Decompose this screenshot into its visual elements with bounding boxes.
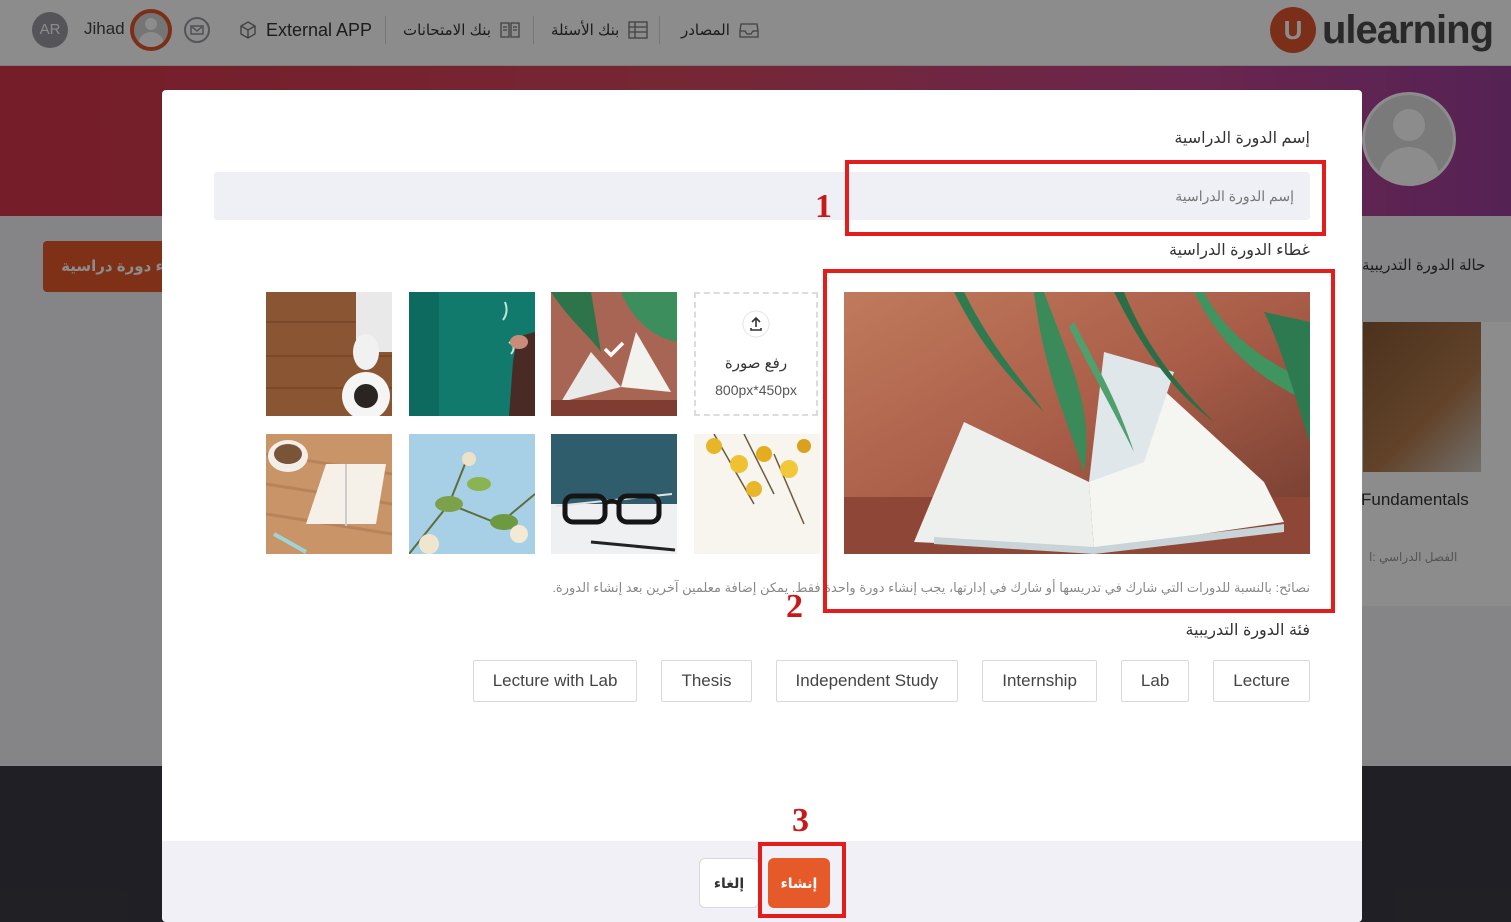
selected-check-icon [603, 340, 625, 363]
cover-thumb-chalkboard[interactable] [409, 292, 535, 416]
category-thesis-button[interactable]: Thesis [661, 660, 752, 702]
annotation-number-2: 2 [786, 588, 803, 625]
cover-thumb-book-coffee[interactable] [266, 434, 392, 554]
category-lecture-button[interactable]: Lecture [1213, 660, 1310, 702]
category-lecture-with-lab-button[interactable]: Lecture with Lab [472, 660, 638, 702]
cover-thumb-blossoms[interactable] [409, 434, 535, 554]
cover-thumb-glasses[interactable] [551, 434, 677, 554]
category-internship-button[interactable]: Internship [982, 660, 1097, 702]
course-category-label: فئة الدورة التدريبية [1185, 622, 1310, 639]
annotation-number-1: 1 [815, 188, 832, 225]
course-cover-label: غطاء الدورة الدراسية [1168, 242, 1310, 259]
annotation-box-create [758, 842, 846, 918]
upload-cover-title: رفع صورة [724, 355, 788, 372]
course-name-label: إسم الدورة الدراسية [1174, 130, 1310, 147]
upload-cover-dimensions: 800px*450px [715, 382, 797, 398]
cover-thumb-ginkgo-leaves[interactable] [694, 434, 820, 554]
category-independent-study-button[interactable]: Independent Study [775, 660, 959, 702]
upload-icon [742, 310, 770, 343]
upload-cover-button[interactable]: رفع صورة 800px*450px [694, 292, 818, 416]
category-lab-button[interactable]: Lab [1120, 660, 1190, 702]
cover-thumb-desk-coffee[interactable] [266, 292, 392, 416]
annotation-box-course-name [845, 160, 1326, 236]
cancel-button[interactable]: إلغاء [699, 858, 759, 908]
course-category-options: Lecture Lab Internship Independent Study… [472, 660, 1310, 702]
cover-thumb-open-book[interactable] [551, 292, 677, 416]
annotation-box-cover [823, 269, 1335, 613]
annotation-number-3: 3 [792, 802, 809, 839]
